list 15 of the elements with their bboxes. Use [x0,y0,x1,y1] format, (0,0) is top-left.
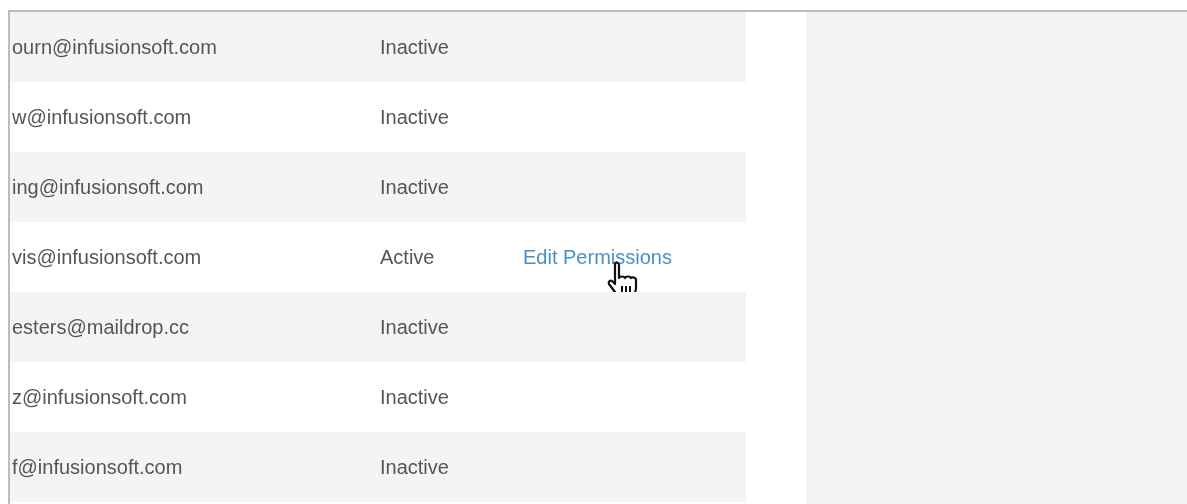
status-cell-text: Inactive [380,175,450,200]
email-cell-text: w@infusionsoft.com [11,105,193,130]
status-cell-text: Inactive [380,35,450,60]
email-cell-text: esters@maildrop.cc [11,315,191,340]
status-cell-text: Inactive [380,455,450,480]
status-cell-text: Active [380,245,436,270]
email-cell-text: ourn@infusionsoft.com [11,35,218,60]
status-cell-text: Inactive [380,315,450,340]
status-cell-text: Inactive [380,105,450,130]
email-cell-text: ing@infusionsoft.com [11,175,205,200]
email-cell-text: vis@infusionsoft.com [11,245,203,270]
edit-permissions-link[interactable]: Edit Permissions [523,242,672,272]
email-cell-text: z@infusionsoft.com [11,385,188,410]
email-cell-text: f@infusionsoft.com [11,455,184,480]
status-cell-text: Inactive [380,385,450,410]
